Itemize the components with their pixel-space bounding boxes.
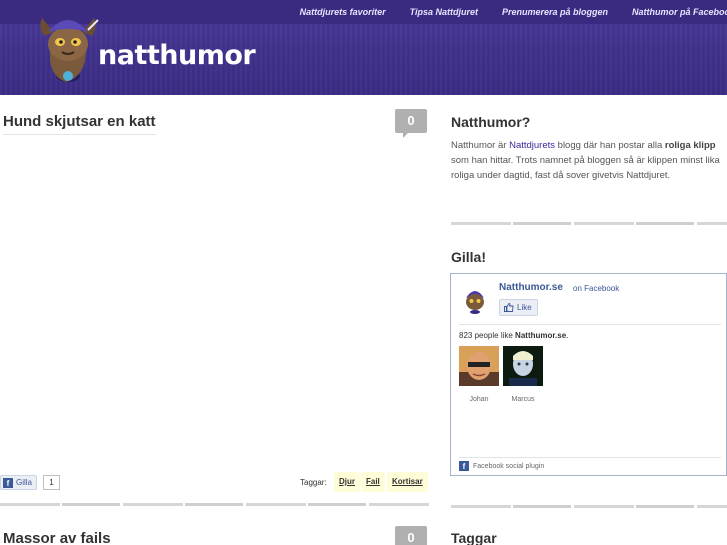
like-count: 1 [43, 475, 60, 490]
post-title[interactable]: Hund skjutsar en katt [3, 113, 156, 135]
tag-djur[interactable]: Djur [334, 472, 360, 492]
avatar-image[interactable] [459, 346, 499, 386]
nav-subscribe-link[interactable]: Prenumerera på bloggen [502, 7, 608, 17]
tags-title: Taggar [451, 530, 497, 545]
avatar-image[interactable] [503, 346, 543, 386]
facebook-page-name[interactable]: Natthumor.se [499, 282, 563, 293]
facebook-icon: f [459, 461, 469, 471]
about-text: Natthumor är Nattdjurets blogg där han p… [451, 138, 727, 183]
like-label: Gilla [16, 478, 33, 487]
like-button-label: Like [517, 303, 532, 312]
post-divider [0, 503, 430, 506]
tags-label: Taggar: [300, 478, 327, 487]
post-footer: f Gilla 1 Taggar: Djur Fail Kortisar [0, 472, 430, 494]
fan-name[interactable]: Marcus [503, 396, 543, 403]
like-title: Gilla! [451, 249, 487, 265]
site-header: Nattdjurets favoriter Tipsa Nattdjuret P… [0, 0, 727, 95]
fan-name[interactable]: Johan [459, 396, 499, 403]
facebook-box-separator [459, 324, 721, 325]
logo-mascot-icon[interactable] [36, 6, 100, 86]
site-brand[interactable]: natthumor [98, 40, 256, 71]
nav-tip-link[interactable]: Tipsa Nattdjuret [410, 7, 478, 17]
page-avatar-image[interactable] [459, 282, 491, 314]
facebook-social-plugin-label[interactable]: f Facebook social plugin [459, 461, 544, 471]
like-count-text: 823 people like [459, 331, 516, 340]
facebook-page-like-button[interactable]: Like [499, 299, 538, 316]
facebook-like-box: Natthumor.se on Facebook Like 823 people… [450, 273, 727, 476]
facebook-like-count: 823 people like Natthumor.se. [459, 331, 568, 340]
about-text-part: blogg där han postar alla [555, 140, 665, 151]
nav-facebook-link[interactable]: Natthumor på Facebook [632, 7, 727, 17]
tag-fail[interactable]: Fail [361, 472, 385, 492]
like-count-end: . [566, 331, 569, 340]
content-top-edge [0, 95, 727, 103]
thumbs-up-icon [504, 303, 514, 312]
sidebar-divider [451, 505, 727, 508]
plugin-label: Facebook social plugin [473, 462, 545, 470]
about-text-part: Natthumor är [451, 140, 510, 151]
sidebar-divider [451, 222, 727, 225]
about-text-bold: roliga klipp [664, 140, 716, 151]
tag-kortisar[interactable]: Kortisar [387, 472, 428, 492]
like-count-page: Natthumor.se [515, 331, 567, 340]
nav-favorites-link[interactable]: Nattdjurets favoriter [300, 7, 386, 17]
on-facebook-text[interactable]: on Facebook [573, 284, 619, 293]
fan-item[interactable]: Marcus [503, 346, 543, 403]
facebook-like-button[interactable]: f Gilla [0, 475, 38, 490]
facebook-box-separator [459, 457, 721, 458]
comment-count-badge[interactable]: 0 [395, 526, 427, 545]
fan-item[interactable]: Johan [459, 346, 499, 403]
comment-count-badge[interactable]: 0 [395, 109, 427, 138]
nattdjuret-link[interactable]: Nattdjurets [509, 140, 555, 151]
facebook-icon: f [3, 477, 13, 488]
post-title[interactable]: Massor av fails [3, 530, 111, 545]
about-text-part: som han hittar. Trots namnet på bloggen … [451, 155, 720, 181]
about-title: Natthumor? [451, 114, 531, 130]
top-nav: Nattdjurets favoriter Tipsa Nattdjuret P… [276, 0, 727, 24]
